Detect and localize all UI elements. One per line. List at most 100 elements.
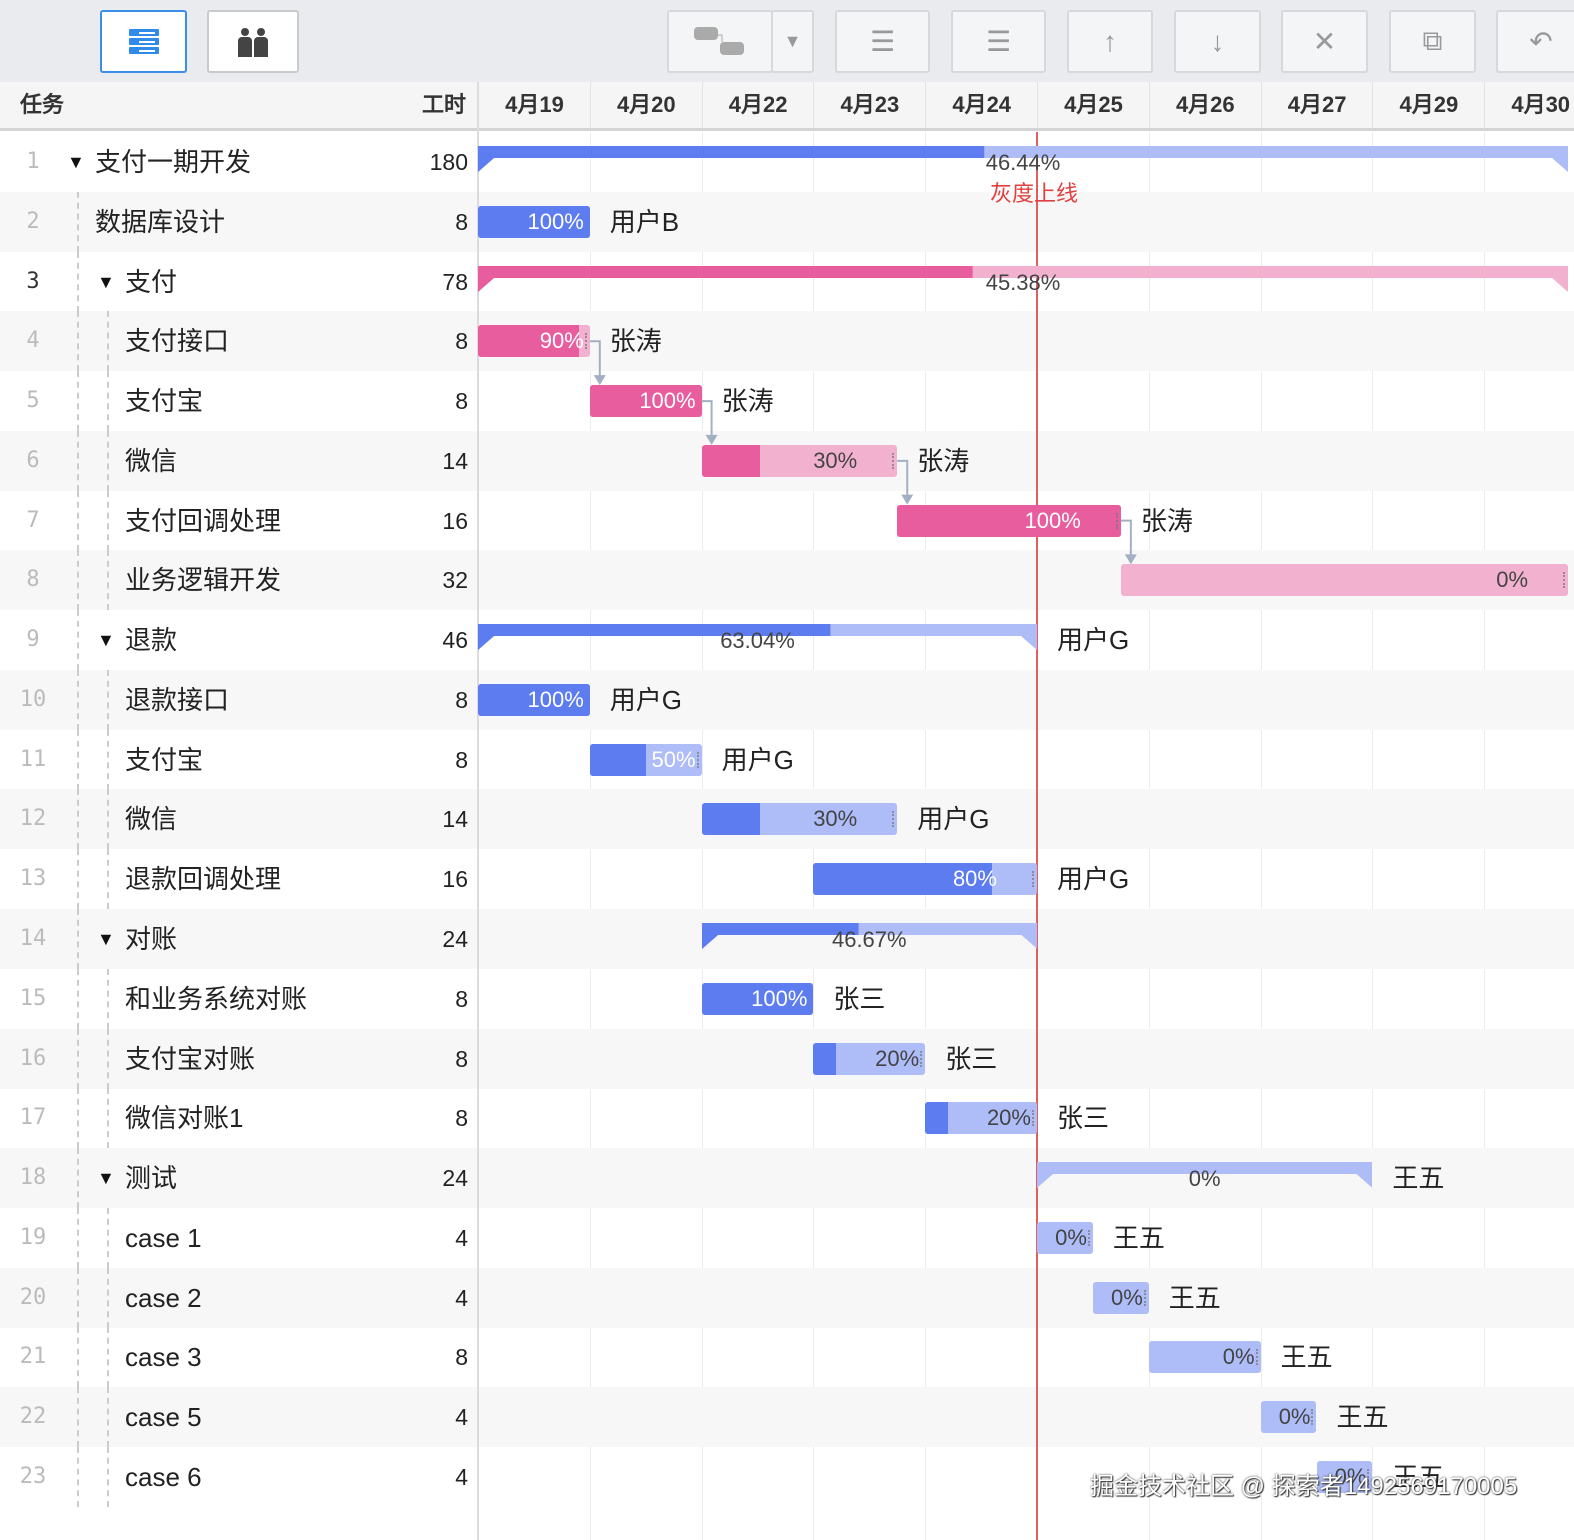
task-bar[interactable]: 30%	[701, 444, 898, 477]
indent-button[interactable]: ☰	[951, 10, 1046, 73]
task-name[interactable]: case 2	[125, 1268, 202, 1328]
resize-handle[interactable]	[1143, 1289, 1146, 1306]
task-bar[interactable]: 20%	[925, 1102, 1037, 1135]
resize-handle[interactable]	[1031, 871, 1034, 888]
summary-bar[interactable]: 45.38%	[478, 265, 1569, 300]
task-name[interactable]: 支付宝	[125, 730, 203, 790]
task-bar[interactable]: 0%	[1260, 1401, 1317, 1434]
progress-label: 100%	[527, 208, 584, 234]
task-bar[interactable]: 90%	[478, 325, 590, 358]
task-bar[interactable]: 100%	[478, 683, 590, 716]
resource-view-button[interactable]	[207, 10, 299, 73]
task-bar[interactable]: 0%	[1037, 1221, 1093, 1254]
summary-bar[interactable]: 63.04%	[478, 624, 1037, 658]
task-bar[interactable]: 30%	[701, 803, 898, 836]
table-row[interactable]: 4 支付接口 8	[0, 311, 1574, 372]
task-bar[interactable]: 20%	[813, 1042, 926, 1075]
assignee-label: 张三	[1057, 1103, 1110, 1134]
task-name[interactable]: 退款接口	[125, 670, 229, 730]
task-name[interactable]: 对账	[125, 909, 177, 969]
link-dropdown-button[interactable]: ▼	[771, 10, 814, 73]
task-name[interactable]: 支付接口	[125, 311, 229, 371]
move-up-button[interactable]: ↑	[1067, 10, 1153, 73]
tree-line	[77, 1267, 79, 1328]
table-row[interactable]: 5 支付宝 8	[0, 371, 1574, 432]
collapse-caret-icon[interactable]: ▼	[97, 610, 115, 670]
task-name[interactable]: 支付一期开发	[95, 132, 251, 192]
task-name[interactable]: case 1	[125, 1208, 202, 1268]
resize-handle[interactable]	[1087, 1229, 1090, 1246]
watermark: 掘金技术社区 @ 探索者1492569170005	[1090, 1473, 1518, 1500]
task-bar[interactable]: 100%	[478, 205, 590, 238]
task-bar[interactable]: 100%	[897, 504, 1121, 537]
task-name[interactable]: 业务逻辑开发	[125, 550, 281, 610]
task-name[interactable]: 和业务系统对账	[125, 969, 307, 1029]
collapse-caret-icon[interactable]: ▼	[67, 132, 85, 192]
date-header: 4月25	[1037, 82, 1149, 128]
delete-button[interactable]: ✕	[1281, 10, 1368, 73]
task-name[interactable]: 支付宝	[125, 371, 203, 431]
task-bar[interactable]: 50%	[589, 743, 702, 776]
resize-handle[interactable]	[1311, 1409, 1314, 1426]
task-name[interactable]: 支付	[125, 252, 177, 312]
link-button[interactable]	[667, 10, 773, 73]
task-name[interactable]: 测试	[125, 1148, 177, 1208]
undo-button[interactable]: ↶	[1496, 10, 1574, 73]
summary-bar[interactable]: 46.44%	[478, 146, 1569, 180]
resize-handle[interactable]	[1031, 1110, 1034, 1127]
table-row[interactable]: 20 case 2 4	[0, 1267, 1574, 1328]
table-row[interactable]: 17 微信对账1 8	[0, 1088, 1574, 1149]
task-view-button[interactable]	[100, 10, 187, 73]
table-row[interactable]: 16 支付宝对账 8	[0, 1028, 1574, 1089]
task-bar[interactable]: 80%	[813, 863, 1037, 896]
task-column-header[interactable]: 任务	[20, 82, 64, 128]
task-name[interactable]: 微信	[125, 789, 177, 849]
resize-handle[interactable]	[696, 751, 699, 768]
table-row[interactable]: 2 数据库设计 8	[0, 191, 1574, 252]
task-bar[interactable]: 0%	[1120, 564, 1569, 597]
progress-label: 0%	[1222, 1344, 1255, 1370]
table-row[interactable]: 7 支付回调处理 16	[0, 490, 1574, 551]
resize-handle[interactable]	[584, 333, 587, 350]
copy-button[interactable]: ⧉	[1389, 10, 1476, 73]
task-name[interactable]: 支付宝对账	[125, 1029, 255, 1089]
task-name[interactable]: case 5	[125, 1387, 202, 1447]
task-bar[interactable]: 0%	[1092, 1281, 1149, 1314]
table-row[interactable]: 21 case 3 8	[0, 1327, 1574, 1388]
resize-handle[interactable]	[1563, 572, 1566, 589]
task-bar[interactable]: 0%	[1148, 1341, 1261, 1374]
hours-column-header[interactable]: 工时	[422, 82, 466, 128]
summary-bar[interactable]: 46.67%	[701, 923, 1037, 957]
task-hours: 8	[455, 388, 468, 415]
task-name[interactable]: 微信对账1	[125, 1088, 243, 1148]
table-row[interactable]: 13 退款回调处理 16	[0, 849, 1574, 910]
progress-fill	[701, 803, 761, 836]
task-bar[interactable]: 100%	[589, 385, 702, 418]
table-row[interactable]: 19 case 1 4	[0, 1207, 1574, 1268]
tree-line	[77, 490, 79, 551]
resize-handle[interactable]	[920, 1050, 923, 1067]
task-name[interactable]: 支付回调处理	[125, 491, 281, 551]
collapse-caret-icon[interactable]: ▼	[97, 909, 115, 969]
tree-line	[107, 311, 109, 372]
resize-handle[interactable]	[892, 811, 895, 828]
row-number: 3	[26, 268, 40, 294]
task-name[interactable]: 退款回调处理	[125, 849, 281, 909]
move-down-button[interactable]: ↓	[1174, 10, 1261, 73]
table-row[interactable]: 10 退款接口 8	[0, 669, 1574, 730]
task-name[interactable]: 退款	[125, 610, 177, 670]
collapse-caret-icon[interactable]: ▼	[97, 252, 115, 312]
splitter[interactable]	[477, 82, 479, 1540]
assignee-label: 用户B	[609, 206, 680, 237]
summary-bar[interactable]: 0%	[1037, 1162, 1373, 1196]
outdent-button[interactable]: ☰	[835, 10, 930, 73]
task-name[interactable]: 数据库设计	[95, 192, 225, 252]
resize-handle[interactable]	[892, 452, 895, 469]
task-bar[interactable]: 100%	[701, 982, 814, 1015]
task-name[interactable]: 微信	[125, 431, 177, 491]
resize-handle[interactable]	[1255, 1349, 1258, 1366]
resize-handle[interactable]	[1115, 512, 1118, 529]
collapse-caret-icon[interactable]: ▼	[97, 1148, 115, 1208]
task-name[interactable]: case 3	[125, 1327, 202, 1387]
task-name[interactable]: case 6	[125, 1447, 202, 1507]
